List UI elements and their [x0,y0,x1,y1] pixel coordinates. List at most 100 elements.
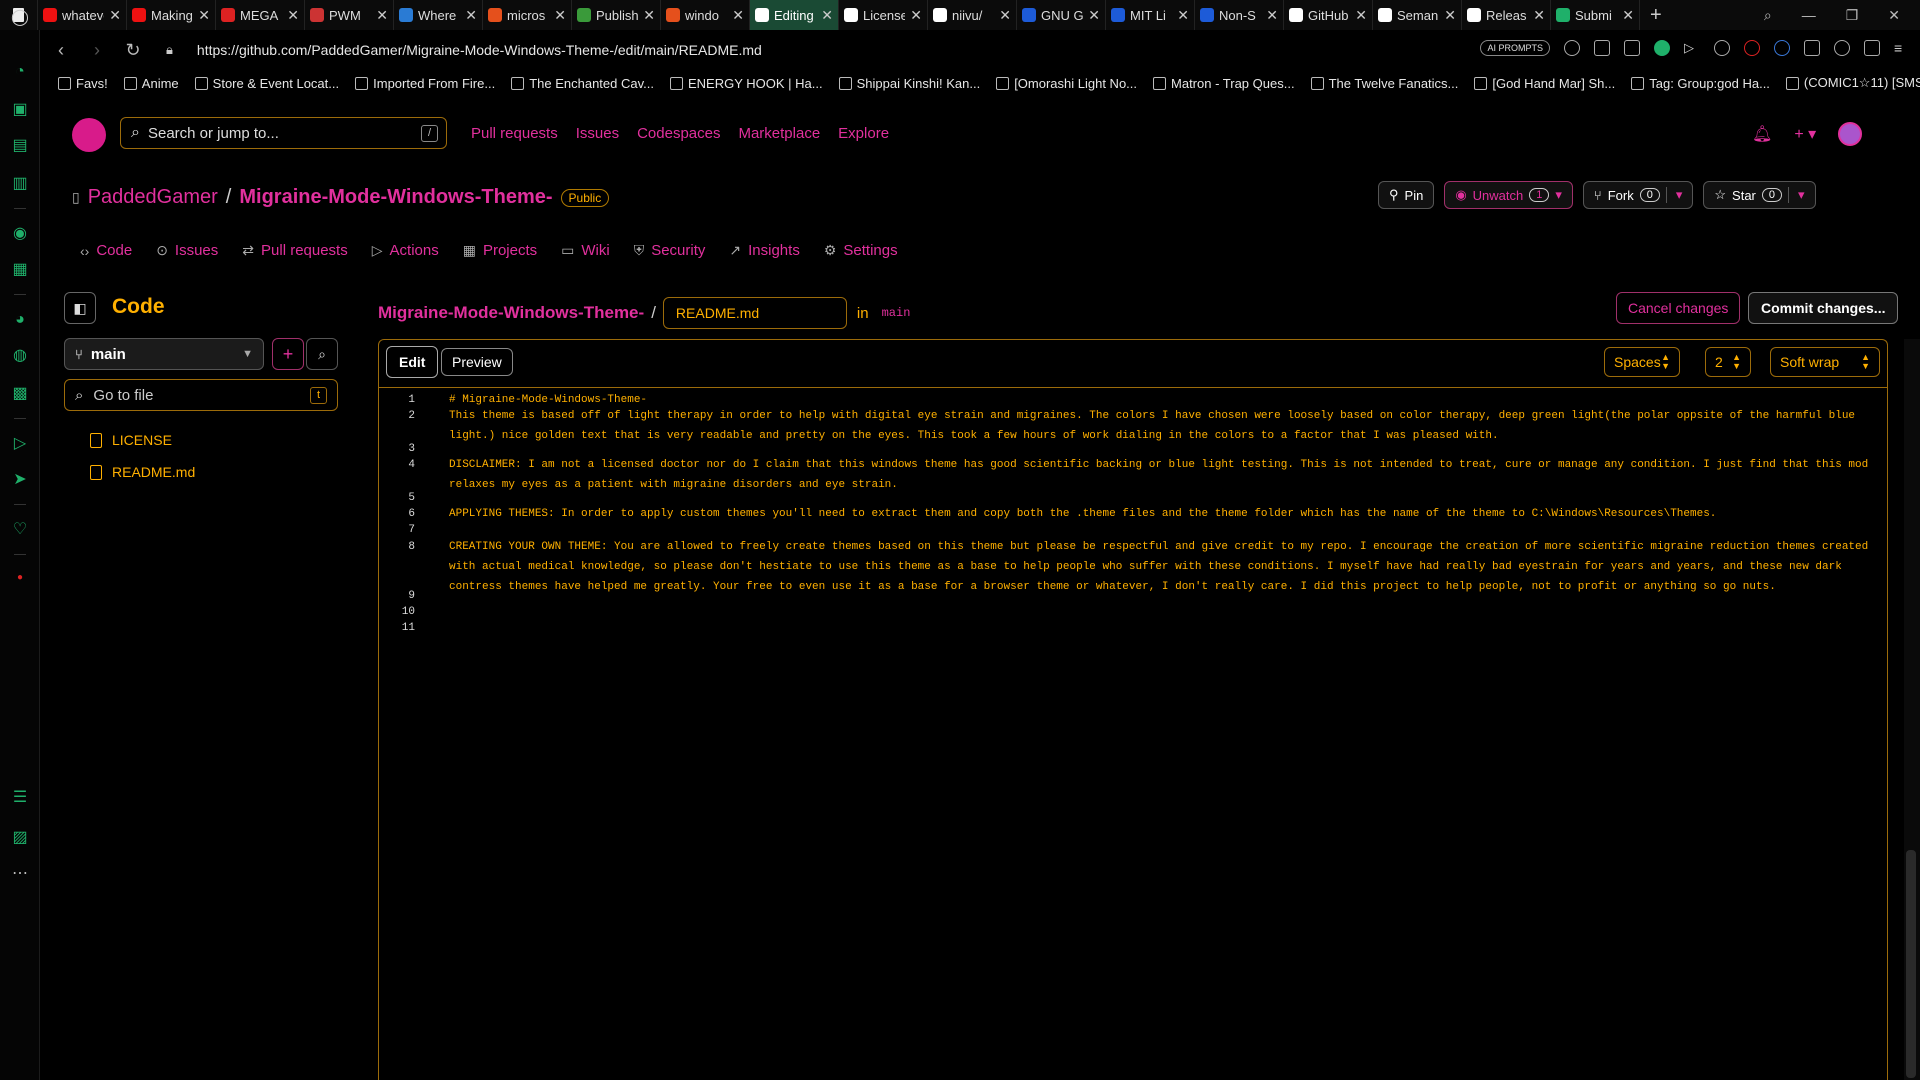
tab-pull-requests[interactable]: ⇄ Pull requests [242,242,347,259]
close-tab-icon[interactable]: ✕ [910,7,922,24]
downloads-icon[interactable] [1864,40,1880,56]
gallery-icon[interactable]: ▨ [10,828,30,848]
wrap-mode-select[interactable]: Soft wrap ▲ ▼ [1770,347,1880,377]
chatgpt-icon[interactable]: ◉ [10,224,30,244]
search-input[interactable]: ⌕ Search or jump to... / [120,117,447,149]
favorite-icon[interactable] [1714,40,1730,56]
browser-tab[interactable]: Publish ✕ [572,0,661,30]
bookmark-item[interactable]: Shippai Kinshi! Kan... [838,76,980,91]
browser-tab[interactable]: Making ✕ [127,0,216,30]
bookmark-item[interactable]: Imported From Fire... [355,76,495,91]
tab-edit[interactable]: Edit [386,346,439,378]
fork-button[interactable]: ⑂ Fork 0 ▾ [1582,181,1694,209]
heart-icon[interactable]: ♡ [10,520,30,540]
browser-tab[interactable]: MEGA ✕ [216,0,305,30]
more-icon[interactable]: ⋯ [10,864,30,884]
browser-tab[interactable]: MIT Li ✕ [1106,0,1195,30]
file-tree-item-license[interactable]: LICENSE [90,432,172,448]
sidebar-collapse-icon[interactable]: ◧ [64,292,96,324]
tab-code[interactable]: ‹› Code [80,242,132,259]
global-nav-link[interactable]: Marketplace [738,125,820,142]
bookmark-item[interactable]: [Omorashi Light No... [996,76,1137,91]
tab-wiki[interactable]: ▭ Wiki [561,242,610,259]
send-icon[interactable]: ➤ [10,470,30,490]
edit-icon[interactable] [1594,40,1610,56]
close-tab-icon[interactable]: ✕ [465,7,477,24]
close-tab-icon[interactable]: ✕ [554,7,566,24]
indent-size-select[interactable]: 2 ▲ ▼ [1705,347,1751,377]
close-tab-icon[interactable]: ✕ [287,7,299,24]
camera-icon[interactable] [1624,40,1640,56]
search-files-button[interactable]: ⌕ [306,338,338,370]
add-file-button[interactable]: + [272,338,304,370]
close-tab-icon[interactable]: ✕ [109,7,121,24]
browser-tab[interactable]: License ✕ [839,0,928,30]
create-new-button[interactable]: + ▾ [1794,124,1816,144]
github-logo-icon[interactable] [72,118,106,152]
breadcrumb-repo-link[interactable]: Migraine-Mode-Windows-Theme- [378,303,644,323]
bookmark-item[interactable]: Tag: Group:god Ha... [1631,76,1770,91]
bookmark-item[interactable]: Favs! [58,76,108,91]
close-tab-icon[interactable]: ✕ [1177,7,1189,24]
profile-icon[interactable] [1834,40,1850,56]
browser-tab[interactable]: Where ✕ [394,0,483,30]
code-line[interactable]: DISCLAIMER: I am not a licensed doctor n… [449,455,1874,495]
bookmark-item[interactable]: [God Hand Mar] Sh... [1474,76,1615,91]
new-tab-button[interactable]: + [1640,0,1672,30]
close-tab-icon[interactable]: ✕ [643,7,655,24]
extensions-icon[interactable] [1804,40,1820,56]
fork-dropdown-icon[interactable]: ▾ [1665,187,1682,203]
bookmark-item[interactable]: The Twelve Fanatics... [1310,76,1458,91]
browser-tab[interactable]: Non-S ✕ [1195,0,1284,30]
global-nav-link[interactable]: Codespaces [637,125,720,142]
twitch-icon[interactable]: ▤ [10,136,30,156]
browser-tab[interactable]: niivu/ ✕ [928,0,1017,30]
bookmark-item[interactable]: Anime [123,76,179,91]
bookmark-item[interactable]: Matron - Trap Ques... [1153,76,1295,91]
aria-icon[interactable]: ◔ [10,62,30,82]
whatsapp-icon[interactable]: ▦ [10,260,30,280]
forward-button[interactable]: › [82,40,112,61]
browser-tab[interactable]: Editing ✕ [750,0,839,30]
close-tab-icon[interactable]: ✕ [1088,7,1100,24]
close-tab-icon[interactable]: ✕ [1622,7,1634,24]
back-button[interactable]: ‹ [46,40,76,61]
close-tab-icon[interactable]: ✕ [1533,7,1545,24]
close-tab-icon[interactable]: ✕ [1444,7,1456,24]
url-field[interactable]: https://github.com/PaddedGamer/Migraine-… [197,42,762,58]
unwatch-button[interactable]: ◉ Unwatch 1 ▾ [1444,181,1573,209]
close-tab-icon[interactable]: ✕ [1355,7,1367,24]
indent-mode-select[interactable]: Spaces ▲ ▼ [1604,347,1680,377]
restore-button[interactable]: ❐ [1846,7,1859,24]
global-nav-link[interactable]: Pull requests [471,125,558,142]
code-line[interactable]: This theme is based off of light therapy… [449,406,1874,446]
tab-preview[interactable]: Preview [441,348,513,376]
browser-tab[interactable]: GitHub ✕ [1284,0,1373,30]
code-line[interactable]: APPLYING THEMES: In order to apply custo… [449,504,1874,524]
tab-projects[interactable]: ▦ Projects [463,242,537,259]
close-window-button[interactable]: ✕ [1888,7,1900,24]
ublock-icon[interactable]: ● [10,568,30,588]
browser-tab[interactable]: windo ✕ [661,0,750,30]
ai-prompts-button[interactable]: AI PROMPTS [1480,40,1550,56]
tab-security[interactable]: ⛨ Security [634,242,706,259]
tab-islands-icon[interactable]: ☰ [10,788,30,808]
close-tab-icon[interactable]: ✕ [198,7,210,24]
close-tab-icon[interactable]: ✕ [732,7,744,24]
browser-tab[interactable]: Releas ✕ [1462,0,1551,30]
extension-red-icon[interactable] [1744,40,1760,56]
tab-insights[interactable]: ↗ Insights [729,242,799,259]
scrollbar-thumb[interactable] [1906,850,1916,1078]
lock-icon[interactable]: 🔒︎ [166,42,173,58]
messenger-icon[interactable]: ◕ [10,310,30,330]
bookmark-item[interactable]: ENERGY HOOK | Ha... [669,76,823,91]
browser-tab[interactable]: whatever ✕ [38,0,127,30]
star-dropdown-icon[interactable]: ▾ [1788,187,1805,203]
filename-input[interactable] [662,297,847,329]
minimize-button[interactable]: — [1802,7,1816,23]
code-line[interactable]: CREATING YOUR OWN THEME: You are allowed… [449,537,1874,597]
close-tab-icon[interactable]: ✕ [1266,7,1278,24]
reload-button[interactable]: ↻ [118,40,148,61]
extension-blue-icon[interactable] [1774,40,1790,56]
tab-actions[interactable]: ▷ Actions [372,242,439,259]
